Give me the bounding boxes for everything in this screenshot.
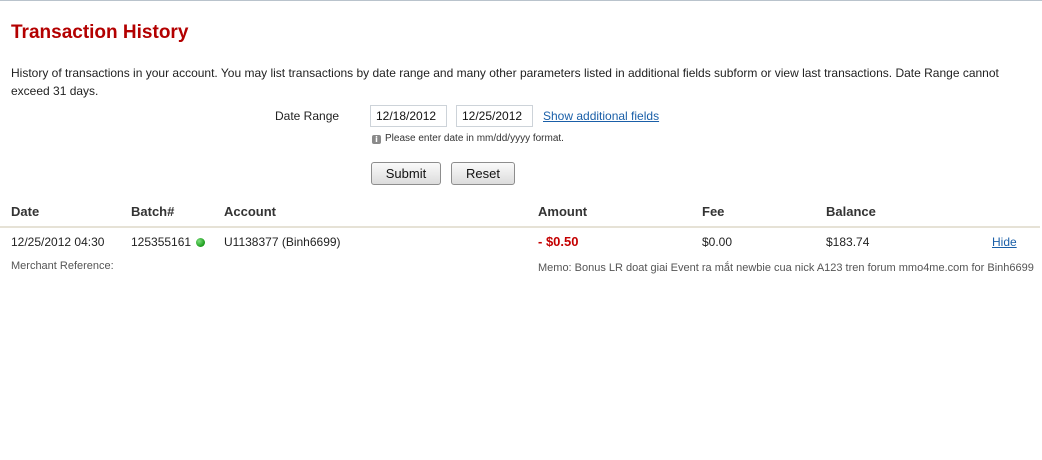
top-border [0,0,1042,1]
header-amount[interactable]: Amount [538,204,587,219]
show-additional-fields-link[interactable]: Show additional fields [543,109,659,123]
header-batch[interactable]: Batch# [131,204,174,219]
row-amount: - $0.50 [538,234,579,249]
intro-text: History of transactions in your account.… [11,66,999,98]
row-date: 12/25/2012 04:30 [11,235,105,249]
hide-details-link[interactable]: Hide [992,235,1017,249]
start-date-input[interactable] [370,105,447,127]
status-ok-icon [196,238,206,247]
page-title: Transaction History [11,22,189,43]
batch-number: 125355161 [131,235,192,249]
date-range-label: Date Range [275,109,340,123]
end-date-input[interactable] [456,105,533,127]
row-memo: Memo: Bonus LR doat giai Event ra mắt ne… [538,262,1034,274]
row-fee: $0.00 [702,235,733,249]
merchant-reference-label: Merchant Reference: [11,260,114,272]
header-account[interactable]: Account [224,204,276,219]
info-icon: i [372,135,381,144]
header-balance[interactable]: Balance [826,204,876,219]
date-format-hint: i Please enter date in mm/dd/yyyy format. [372,133,564,144]
header-fee[interactable]: Fee [702,204,724,219]
hint-text: Please enter date in mm/dd/yyyy format. [385,133,564,144]
header-date[interactable]: Date [11,204,39,219]
submit-button[interactable]: Submit [371,162,441,185]
row-balance: $183.74 [826,235,870,249]
row-account: U1138377 (Binh6699) [224,235,341,249]
row-batch: 125355161 [131,235,206,249]
reset-button[interactable]: Reset [451,162,515,185]
header-divider [0,226,1040,228]
